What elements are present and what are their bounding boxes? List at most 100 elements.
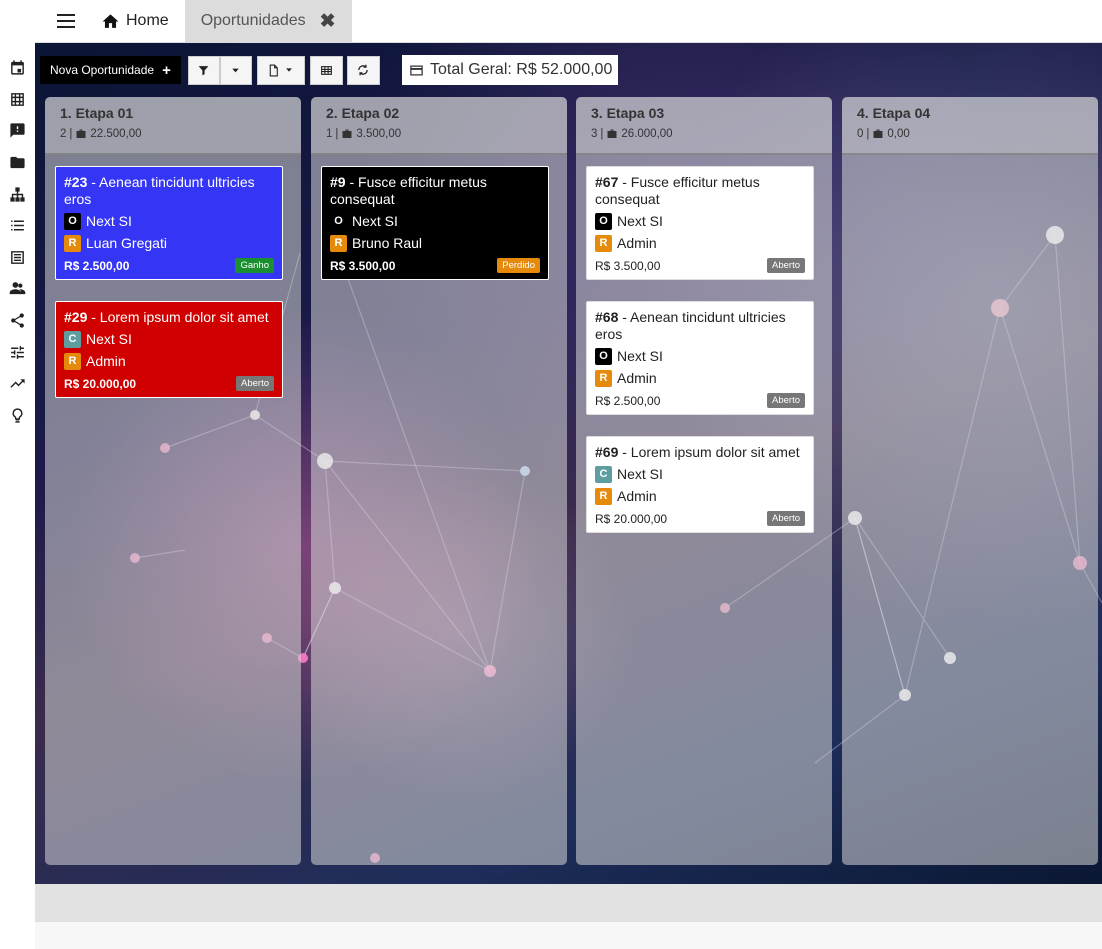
- close-tab-icon[interactable]: ✖: [320, 10, 336, 33]
- org-badge: C: [64, 331, 81, 348]
- org-name: Next SI: [352, 213, 398, 229]
- feedback-icon[interactable]: [0, 115, 35, 147]
- trending-icon[interactable]: [0, 368, 35, 400]
- org-name: Next SI: [617, 466, 663, 482]
- new-opportunity-button[interactable]: Nova Oportunidade +: [40, 56, 181, 84]
- people-icon[interactable]: [0, 273, 35, 305]
- card-id: #67: [595, 174, 619, 190]
- org-badge: C: [595, 466, 612, 483]
- kanban-board: Nova Oportunidade + Total Geral: R$ 52.0…: [35, 43, 1102, 884]
- table-icon[interactable]: [0, 242, 35, 274]
- stage-summary: 0 | 0,00: [857, 128, 910, 140]
- stage-summary: 1 | 3.500,00: [326, 128, 402, 140]
- share-icon[interactable]: [0, 305, 35, 337]
- card-organization: O Next SI: [64, 213, 274, 230]
- sidebar: [0, 43, 35, 949]
- card-footer: R$ 20.000,00 Aberto: [595, 511, 805, 526]
- card-value: R$ 2.500,00: [595, 393, 661, 408]
- card-id: #69: [595, 444, 619, 460]
- card-name: - Lorem ipsum dolor sit amet: [87, 309, 269, 325]
- org-name: Next SI: [86, 213, 132, 229]
- stage-column: 3. Etapa 03 3 | 26.000,00 #67 - Fusce ef…: [576, 97, 832, 865]
- stage-title: 2. Etapa 02: [326, 105, 400, 121]
- export-button[interactable]: [256, 55, 305, 85]
- org-name: Next SI: [617, 348, 663, 364]
- resp-name: Admin: [86, 353, 126, 369]
- card-footer: R$ 2.500,00 Aberto: [595, 393, 805, 408]
- footer-bar: [35, 884, 1102, 921]
- card-responsible: R Luan Gregati: [64, 235, 274, 252]
- filter-button[interactable]: [187, 55, 220, 85]
- card-id: #9: [330, 174, 346, 190]
- card-title: #23 - Aenean tincidunt ultricies eros: [64, 174, 274, 208]
- card-name: - Fusce efficitur metus consequat: [330, 174, 487, 207]
- card-title: #69 - Lorem ipsum dolor sit amet: [595, 444, 805, 461]
- stage-count: 0: [857, 128, 864, 140]
- card-value: R$ 3.500,00: [595, 258, 661, 273]
- opportunity-card[interactable]: #69 - Lorem ipsum dolor sit amet C Next S…: [586, 436, 814, 533]
- card-name: - Lorem ipsum dolor sit amet: [618, 444, 800, 460]
- card-title: #29 - Lorem ipsum dolor sit amet: [64, 309, 274, 326]
- tab-oportunidades[interactable]: Oportunidades ✖: [184, 0, 352, 42]
- resp-name: Bruno Raul: [352, 235, 423, 251]
- card-responsible: R Admin: [595, 488, 805, 505]
- stage-title: 3. Etapa 03: [591, 105, 665, 121]
- menu-icon[interactable]: [35, 0, 97, 42]
- card-title: #9 - Fusce efficitur metus consequat: [330, 174, 540, 208]
- opportunity-card[interactable]: #67 - Fusce efficitur metus consequat ON…: [586, 166, 814, 280]
- card-value: R$ 2.500,00: [64, 258, 130, 273]
- opportunity-card[interactable]: #68 - Aenean tincidunt ultricies eros ON…: [586, 301, 814, 415]
- stage-sum: 26.000,00: [621, 128, 673, 140]
- stage-title: 1. Etapa 01: [60, 105, 134, 121]
- tab-home[interactable]: Home: [97, 0, 185, 42]
- status-badge: Aberto: [767, 511, 805, 526]
- stage-header: 1. Etapa 01 2 | 22.500,00: [45, 97, 301, 155]
- list-icon[interactable]: [0, 210, 35, 242]
- bulb-icon[interactable]: [0, 400, 35, 432]
- filter-dropdown-button[interactable]: [219, 55, 252, 85]
- card-name: - Aenean tincidunt ultricies eros: [64, 174, 255, 207]
- briefcase-icon: [873, 129, 883, 138]
- card-title: #67 - Fusce efficitur metus consequat: [595, 174, 805, 208]
- folder-icon[interactable]: [0, 147, 35, 179]
- resp-name: Admin: [617, 235, 657, 251]
- card-value: R$ 20.000,00: [64, 376, 137, 391]
- home-icon: [102, 13, 119, 28]
- resp-name: Admin: [617, 370, 657, 386]
- tune-icon[interactable]: [0, 336, 35, 368]
- stage-count: 3: [591, 128, 598, 140]
- stage-summary: 3 | 26.000,00: [591, 128, 673, 140]
- card-footer: R$ 3.500,00 Aberto: [595, 258, 805, 273]
- new-opportunity-label: Nova Oportunidade: [50, 63, 155, 77]
- card-responsible: R Bruno Raul: [330, 235, 540, 252]
- resp-name: Admin: [617, 488, 657, 504]
- grid-icon[interactable]: [0, 84, 35, 116]
- card-footer: R$ 3.500,00 Perdido: [330, 258, 540, 273]
- resp-badge: R: [64, 235, 81, 252]
- total-general-label: Total Geral: R$ 52.000,00: [430, 61, 613, 78]
- refresh-button[interactable]: [346, 55, 380, 85]
- card-organization: O Next SI: [330, 213, 540, 230]
- table-view-button[interactable]: [309, 55, 343, 85]
- stage-column: 1. Etapa 01 2 | 22.500,00 #23 - Aenean t…: [45, 97, 301, 865]
- refresh-icon: [358, 64, 369, 76]
- card-organization: C Next SI: [64, 331, 274, 348]
- card-id: #29: [64, 309, 88, 325]
- card-id: #68: [595, 309, 619, 325]
- card-value: R$ 20.000,00: [595, 511, 668, 526]
- opportunity-card[interactable]: #9 - Fusce efficitur metus consequat O Ne…: [321, 166, 549, 280]
- card-footer: R$ 2.500,00 Ganho: [64, 258, 274, 273]
- opportunity-card[interactable]: #29 - Lorem ipsum dolor sit amet C Next S…: [55, 301, 283, 398]
- status-badge: Ganho: [235, 258, 274, 273]
- briefcase-icon: [342, 129, 352, 138]
- card-title: #68 - Aenean tincidunt ultricies eros: [595, 309, 805, 343]
- card-organization: O Next SI: [595, 213, 805, 230]
- stage-sum: 0,00: [887, 128, 910, 140]
- total-general: Total Geral: R$ 52.000,00: [402, 55, 619, 85]
- stage-count: 1: [326, 128, 333, 140]
- org-chart-icon[interactable]: [0, 178, 35, 210]
- table-icon: [320, 65, 332, 75]
- card-organization: O Next SI: [595, 348, 805, 365]
- calendar-icon[interactable]: [0, 52, 35, 84]
- opportunity-card[interactable]: #23 - Aenean tincidunt ultricies eros ON…: [55, 166, 283, 280]
